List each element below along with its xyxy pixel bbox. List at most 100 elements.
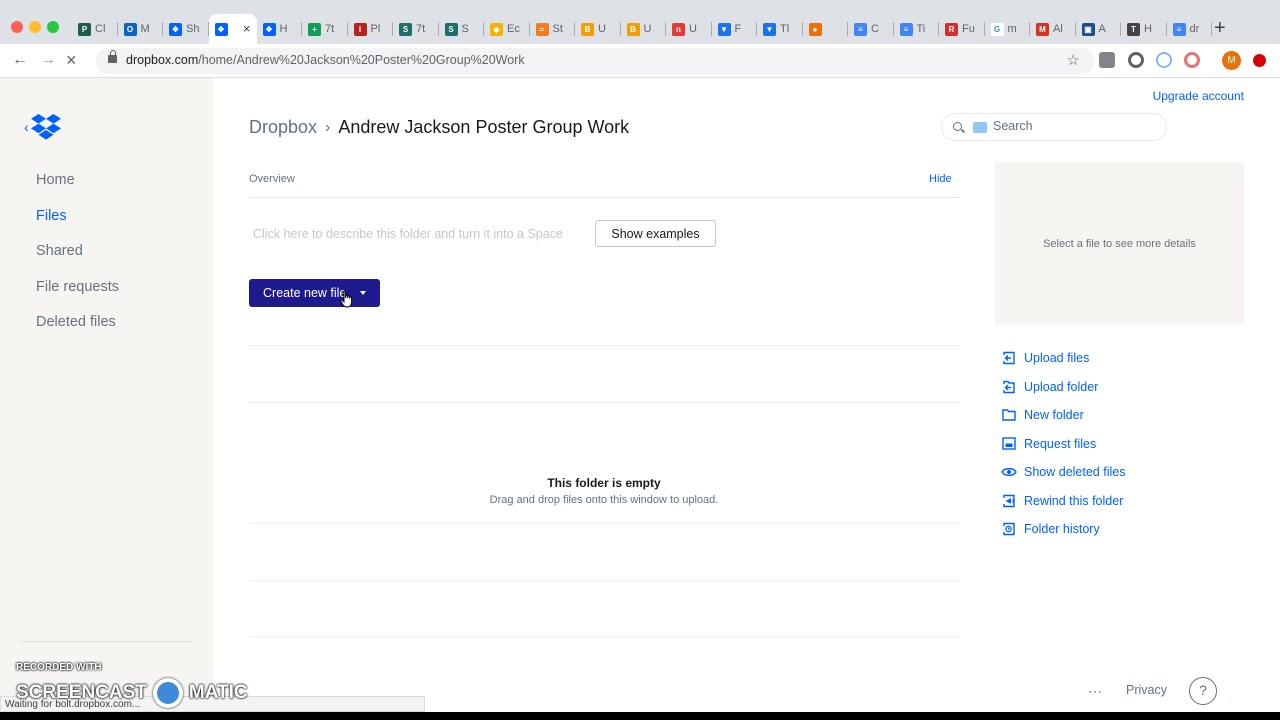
tab-title: Al (1053, 23, 1063, 35)
tab-title: U (643, 23, 652, 35)
show-examples-button[interactable]: Show examples (595, 220, 716, 247)
watermark-logo: SCREENCAST MATIC (16, 678, 248, 708)
sidebar-item-file-requests[interactable]: File requests (36, 277, 119, 313)
action-upload-folder[interactable]: Upload folder (1001, 373, 1125, 402)
browser-tab[interactable]: ◆ Ec (484, 14, 530, 44)
tab-title: 7t (325, 23, 335, 35)
more-options-icon[interactable]: ⋯ (1088, 683, 1103, 700)
browser-tab[interactable]: nU (666, 14, 712, 44)
sidebar-item-files[interactable]: Files (36, 206, 119, 242)
window-close-button[interactable] (11, 21, 23, 33)
browser-tab[interactable]: TH (1121, 14, 1167, 44)
tab-favicon-icon: ◆ (490, 22, 503, 36)
upgrade-account-link[interactable]: Upgrade account (1153, 89, 1244, 103)
browser-tab[interactable]: ▣ A (1076, 14, 1122, 44)
action-folder-history[interactable]: Folder history (1001, 515, 1125, 544)
create-new-file-button[interactable]: Create new file (249, 279, 380, 307)
tab-title: H (1144, 23, 1152, 35)
tab-title: Tl (780, 23, 790, 35)
browser-tab[interactable]: Gm (985, 14, 1031, 44)
stop-loading-button[interactable]: × (66, 50, 77, 70)
tab-list: P Cl O M ❖ Sh ❖ × ❖ H +7t I Pl S 7t S S ◆ Ec ≈ St B U B Un U ▼ F ▼ Tl… (72, 14, 1212, 44)
breadcrumb-separator-icon: › (325, 118, 331, 136)
sidebar: ‹ Home Files Shared File requests Deleted fi… (0, 78, 213, 712)
new-tab-button[interactable]: + (1214, 17, 1226, 39)
browser-tab[interactable]: SS (439, 14, 485, 44)
browser-tab[interactable]: BU (575, 14, 621, 44)
record-extension-icon[interactable] (1128, 52, 1144, 68)
dropbox-logo-link[interactable]: ‹ (24, 114, 61, 140)
browser-tab[interactable]: ≡ dr (1167, 14, 1213, 44)
adblock-extension-icon[interactable] (1253, 54, 1266, 67)
search-box[interactable] (941, 113, 1167, 141)
browser-tab[interactable]: ❖ Sh (163, 14, 209, 44)
browser-tab[interactable]: S 7t (393, 14, 439, 44)
browser-tab[interactable]: M Al (1030, 14, 1076, 44)
request-files-icon (1001, 437, 1017, 451)
back-button[interactable]: ← (12, 50, 28, 70)
circle-extension-icon[interactable] (1156, 52, 1172, 68)
breadcrumb-root-link[interactable]: Dropbox (249, 117, 317, 138)
create-new-file-label: Create new file (263, 286, 347, 300)
tab-title: Ec (507, 23, 520, 35)
browser-tab[interactable]: BU (621, 14, 667, 44)
tab-favicon-icon: n (672, 22, 685, 36)
browser-tab[interactable]: ▼ Tl (757, 14, 803, 44)
profile-avatar[interactable]: M (1222, 51, 1241, 70)
tab-favicon-icon: S (444, 22, 458, 36)
action-new-folder[interactable]: New folder (1001, 401, 1125, 430)
cloud-extension-icon[interactable] (1099, 52, 1115, 68)
browser-tab[interactable]: ≡ C (848, 14, 894, 44)
sidebar-item-deleted-files[interactable]: Deleted files (36, 312, 119, 348)
hide-overview-link[interactable]: Hide (929, 173, 952, 185)
browser-tab[interactable]: ❖ H (257, 14, 303, 44)
browser-tab[interactable]: R Fu (939, 14, 985, 44)
sidebar-item-home[interactable]: Home (36, 170, 119, 206)
tab-favicon-icon: I (353, 22, 367, 36)
row-divider (249, 523, 960, 524)
browser-tab[interactable]: ● (803, 14, 849, 44)
action-label: New folder (1024, 408, 1084, 423)
browser-tab[interactable]: +7t (302, 14, 348, 44)
browser-tab[interactable]: OM (118, 14, 164, 44)
tab-title: m (1007, 23, 1017, 35)
lastpass-extension-icon[interactable] (1184, 52, 1200, 68)
browser-tab[interactable]: I Pl (348, 14, 394, 44)
breadcrumb: Dropbox › Andrew Jackson Poster Group Wo… (249, 117, 629, 138)
action-label: Upload folder (1024, 379, 1099, 394)
window-zoom-button[interactable] (47, 21, 59, 33)
bookmark-star-icon[interactable]: ☆ (1067, 51, 1080, 69)
sidebar-item-shared[interactable]: Shared (36, 241, 119, 277)
forward-button[interactable]: → (40, 50, 56, 70)
action-request-files[interactable]: Request files (1001, 430, 1125, 459)
privacy-link[interactable]: Privacy (1126, 683, 1167, 697)
folder-actions: Upload files Upload folder New folder Reque… (1001, 344, 1125, 544)
upload-files-icon (1001, 351, 1017, 365)
search-input[interactable] (993, 119, 1153, 133)
sidebar-divider (18, 641, 192, 642)
url-text[interactable]: dropbox.com/home/Andrew%20Jackson%20Post… (126, 53, 525, 67)
window-minimize-button[interactable] (29, 21, 41, 33)
details-placeholder: Select a file to see more details (1043, 237, 1196, 250)
action-upload-files[interactable]: Upload files (1001, 344, 1125, 373)
caret-down-icon (360, 291, 366, 295)
tab-favicon-icon: M (1036, 22, 1049, 36)
tab-close-icon[interactable]: × (243, 21, 251, 36)
browser-tab[interactable]: P Cl (72, 14, 118, 44)
help-button[interactable]: ? (1189, 677, 1217, 705)
empty-subtitle: Drag and drop files onto this window to … (489, 494, 719, 506)
tab-favicon-icon: B (581, 22, 594, 36)
action-show-deleted-files[interactable]: Show deleted files (1001, 458, 1125, 487)
dropbox-page: ‹ Home Files Shared File requests Deleted fi… (0, 78, 1280, 712)
row-divider (249, 345, 960, 346)
action-rewind-this-folder[interactable]: Rewind this folder (1001, 487, 1125, 516)
browser-tab[interactable]: ≡ Ti (894, 14, 940, 44)
tab-favicon-icon: ❖ (214, 22, 228, 36)
action-label: Folder history (1024, 522, 1100, 537)
row-divider (249, 636, 960, 637)
folder-description-input[interactable]: Click here to describe this folder and t… (253, 227, 563, 241)
browser-tab[interactable]: ❖ × (208, 14, 257, 44)
browser-tab[interactable]: ≈ St (530, 14, 576, 44)
address-bar[interactable]: dropbox.com/home/Andrew%20Jackson%20Post… (96, 48, 1094, 74)
browser-tab[interactable]: ▼ F (712, 14, 758, 44)
